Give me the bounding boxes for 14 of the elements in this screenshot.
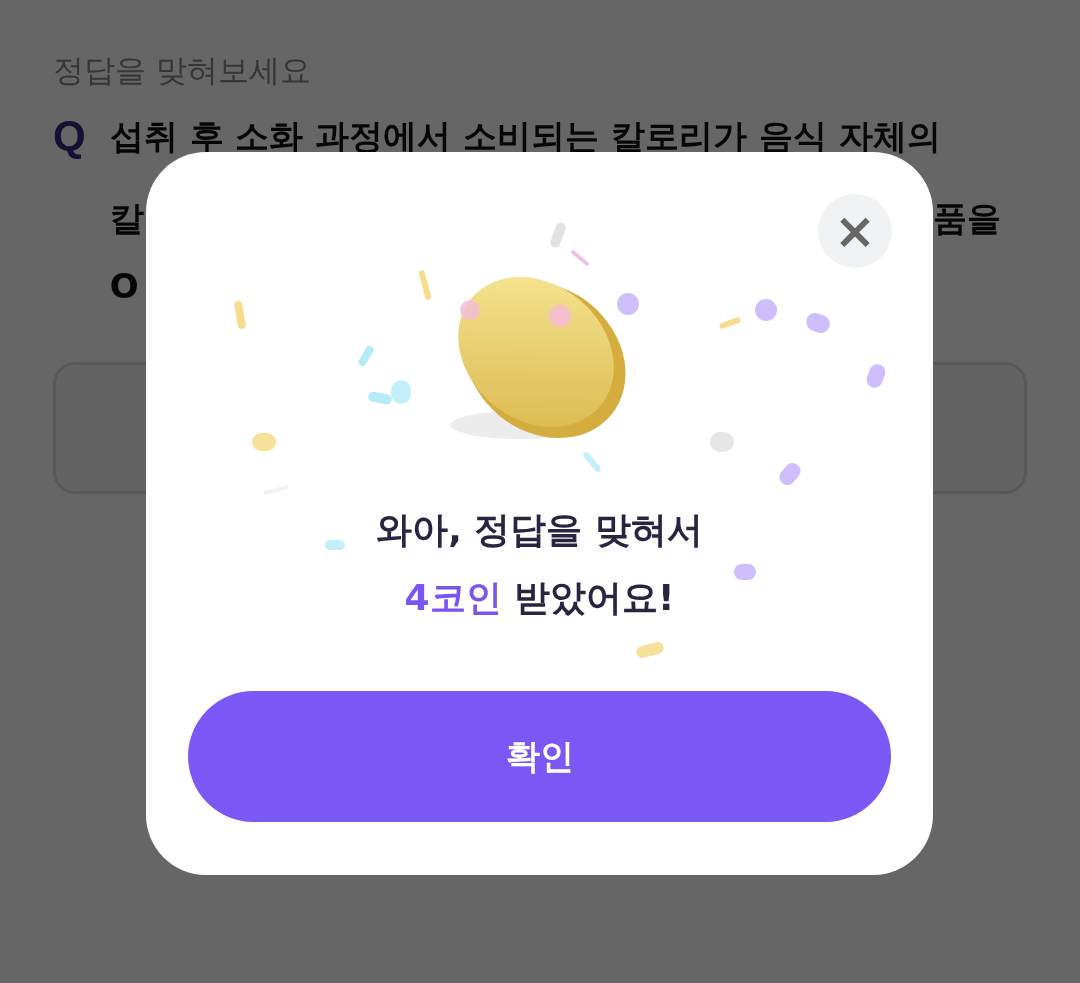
question-text: 칼 [109,197,144,240]
confetti-piece [252,433,276,451]
question-text: 품을 [933,197,1001,240]
reward-message: 와아, 정답을 맞혀서 4코인 받았어요! [376,508,703,620]
close-button[interactable]: × [818,194,892,268]
confetti-piece [755,299,777,321]
confetti-piece [233,300,247,330]
confetti-piece [325,540,345,550]
question-mark: Q [53,111,86,161]
confetti-piece [617,293,639,315]
confetti-piece [734,564,756,580]
confirm-button[interactable]: 확인 [188,691,891,822]
question-text: O [109,265,139,308]
confetti-piece [710,432,734,452]
